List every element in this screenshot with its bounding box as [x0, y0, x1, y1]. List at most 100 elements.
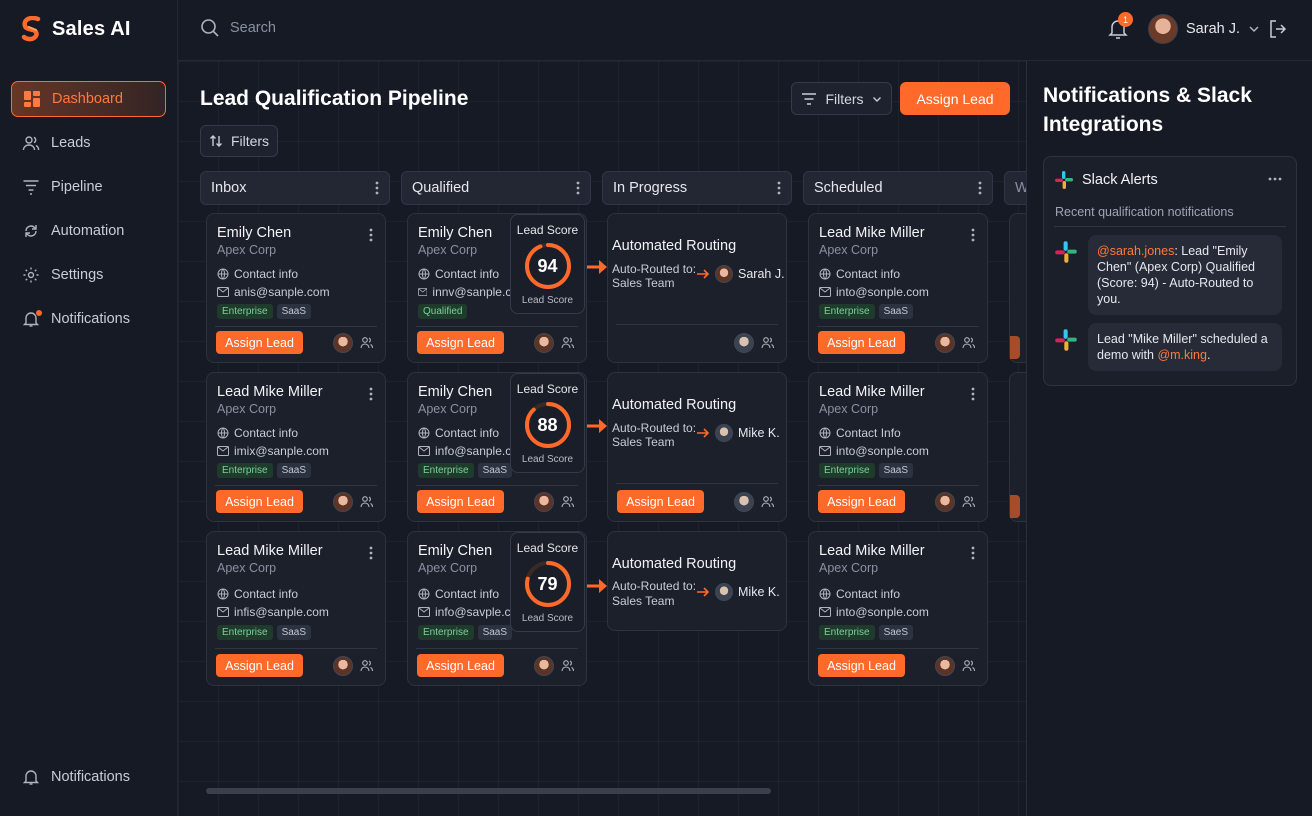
contact-row: Contact info [819, 587, 900, 601]
divider [616, 483, 778, 484]
assign-lead-button[interactable]: Assign Lead [216, 331, 303, 354]
users-icon[interactable] [962, 336, 976, 349]
lead-card[interactable]: Emily Chen Apex Corp Contact info anis@s… [206, 213, 386, 363]
lead-name: Lead Mike Miller [217, 384, 323, 400]
lead-card-partial[interactable] [1009, 372, 1026, 522]
filters-button[interactable]: Filters [791, 82, 892, 115]
tag-saas: SaaS [276, 304, 312, 319]
sidebar-item-notifications-bottom[interactable]: Notifications [22, 768, 130, 786]
column-header-inbox[interactable]: Inbox [200, 171, 390, 205]
lead-card[interactable]: Lead Mike Miller Apex Corp Contact info … [206, 372, 386, 522]
users-icon[interactable] [962, 495, 976, 508]
mention[interactable]: @m.king [1157, 348, 1207, 362]
routing-card[interactable]: Automated Routing Auto-Routed to: Sales … [607, 213, 787, 363]
kebab-menu-icon[interactable] [978, 181, 982, 195]
assign-lead-button[interactable]: Assign Lead [900, 82, 1010, 115]
lead-card[interactable]: Lead Mike Miller Apex Corp Contact info … [808, 213, 988, 363]
tags: Enterprise SaaS [819, 304, 914, 319]
slack-title: Slack Alerts [1082, 172, 1158, 188]
divider [215, 485, 377, 486]
kebab-menu-icon[interactable] [576, 181, 580, 195]
filters-sort-button[interactable]: Filters [200, 125, 278, 157]
column-header-partial[interactable]: W [1004, 171, 1026, 205]
arrow-right-icon [697, 587, 710, 597]
contact-row: Contact info [418, 587, 518, 601]
more-horizontal-icon[interactable] [1268, 177, 1282, 181]
lead-card[interactable]: Lead Mike Miller Apex Corp Contact info … [808, 531, 988, 686]
contact-row: Contact Info [819, 426, 901, 440]
column-header-in-progress[interactable]: In Progress [602, 171, 792, 205]
mail-icon [217, 446, 229, 456]
sidebar-item-dashboard[interactable]: Dashboard [11, 81, 166, 117]
user-menu[interactable]: Sarah J. [1148, 14, 1260, 44]
avatar [935, 656, 955, 676]
sidebar-item-pipeline[interactable]: Pipeline [11, 169, 166, 205]
users-icon[interactable] [561, 495, 575, 508]
users-icon[interactable] [561, 336, 575, 349]
routing-team: Sales Team [612, 276, 675, 290]
sidebar-item-leads[interactable]: Leads [11, 125, 166, 161]
users-icon[interactable] [360, 495, 374, 508]
lead-card-partial[interactable] [1009, 213, 1026, 363]
column-header-qualified[interactable]: Qualified [401, 171, 591, 205]
kebab-menu-icon[interactable] [369, 228, 373, 242]
contact-label: Contact info [435, 426, 500, 440]
assign-lead-button-partial[interactable] [1010, 336, 1020, 359]
sidebar-item-automation[interactable]: Automation [11, 213, 166, 249]
column-header-scheduled[interactable]: Scheduled [803, 171, 993, 205]
routing-title: Automated Routing [612, 238, 737, 254]
kebab-menu-icon[interactable] [777, 181, 781, 195]
divider [817, 326, 979, 327]
assign-lead-button[interactable]: Assign Lead [216, 654, 303, 677]
assign-lead-button[interactable]: Assign Lead [818, 490, 905, 513]
sidebar-item-settings[interactable]: Settings [11, 257, 166, 293]
column-title: Qualified [412, 180, 470, 196]
users-icon[interactable] [761, 495, 775, 508]
assign-lead-button[interactable]: Assign Lead [417, 331, 504, 354]
slack-message[interactable]: @sarah.jones: Lead "Emily Chen" (Apex Co… [1088, 235, 1282, 315]
lead-company: Apex Corp [418, 243, 478, 257]
users-icon[interactable] [360, 336, 374, 349]
logout-icon[interactable] [1268, 19, 1288, 39]
lead-card[interactable]: Lead Mike Miller Apex Corp Contact Info … [808, 372, 988, 522]
assign-lead-button[interactable]: Assign Lead [818, 331, 905, 354]
assign-lead-button-partial[interactable] [1010, 495, 1020, 518]
kebab-menu-icon[interactable] [971, 387, 975, 401]
sidebar-item-notifications[interactable]: Notifications [11, 301, 166, 337]
score-label: Lead Score [516, 541, 579, 555]
kebab-menu-icon[interactable] [971, 546, 975, 560]
routing-card[interactable]: Automated Routing Auto-Routed to: Sales … [607, 372, 787, 522]
top-bar: 1 Sarah J. [178, 0, 1312, 61]
mention[interactable]: @sarah.jones [1097, 244, 1174, 258]
users-icon[interactable] [561, 659, 575, 672]
search-input[interactable] [230, 20, 530, 36]
contact-label: Contact info [435, 587, 500, 601]
kebab-menu-icon[interactable] [369, 546, 373, 560]
assign-lead-button[interactable]: Assign Lead [216, 490, 303, 513]
routing-title: Automated Routing [612, 397, 737, 413]
assign-lead-button[interactable]: Assign Lead [617, 490, 704, 513]
kebab-menu-icon[interactable] [971, 228, 975, 242]
lead-email: anis@sanple.com [234, 285, 330, 299]
users-icon[interactable] [761, 336, 775, 349]
kebab-menu-icon[interactable] [375, 181, 379, 195]
brand[interactable]: Sales AI [20, 16, 131, 42]
lead-name: Lead Mike Miller [217, 543, 323, 559]
users-icon[interactable] [360, 659, 374, 672]
avatar [715, 583, 733, 601]
sidebar-item-label: Settings [51, 267, 104, 283]
page-title: Lead Qualification Pipeline [200, 87, 469, 110]
lead-email: into@sonple.com [836, 605, 929, 619]
kebab-menu-icon[interactable] [369, 387, 373, 401]
assign-lead-button[interactable]: Assign Lead [417, 490, 504, 513]
contact-label: Contact info [234, 426, 299, 440]
users-icon[interactable] [962, 659, 976, 672]
tags: Enterprise SaaS [418, 463, 513, 478]
slack-message[interactable]: Lead "Mike Miller" scheduled a demo with… [1088, 323, 1282, 371]
lead-card[interactable]: Lead Mike Miller Apex Corp Contact info … [206, 531, 386, 686]
assign-lead-button[interactable]: Assign Lead [417, 654, 504, 677]
panel-title: Notifications & Slack Integrations [1043, 84, 1252, 136]
horizontal-scrollbar[interactable] [206, 788, 771, 794]
routing-card[interactable]: Automated Routing Auto-Routed to: Sales … [607, 531, 787, 631]
assign-lead-button[interactable]: Assign Lead [818, 654, 905, 677]
